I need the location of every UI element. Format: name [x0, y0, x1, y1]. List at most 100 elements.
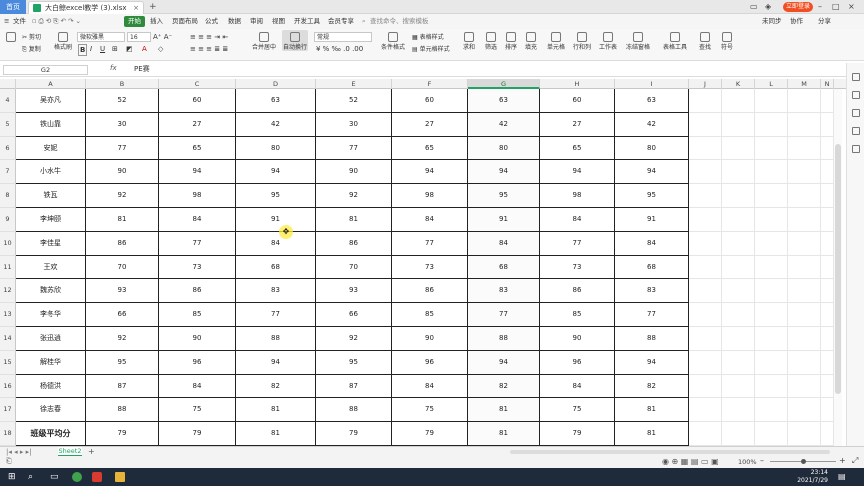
student-name-cell[interactable]: 李佳星 [16, 231, 86, 256]
score-cell[interactable]: 84 [392, 374, 468, 399]
column-header-k[interactable]: K [722, 79, 755, 89]
empty-cell[interactable] [689, 350, 722, 375]
empty-cell[interactable] [722, 184, 755, 208]
empty-cell[interactable] [755, 255, 788, 280]
clear-format-icon[interactable]: ◇ [158, 44, 163, 54]
score-cell[interactable]: 90 [159, 327, 236, 351]
empty-cell[interactable] [788, 398, 821, 423]
score-cell[interactable]: 80 [468, 136, 540, 161]
column-header-i[interactable]: I [615, 79, 689, 89]
task-view-icon[interactable]: ▭ [50, 472, 60, 482]
score-cell[interactable]: 95 [236, 184, 316, 208]
skin-icon[interactable]: ◈ [765, 0, 771, 14]
score-cell[interactable]: 86 [392, 279, 468, 304]
notification-icon[interactable]: ▤ [838, 472, 846, 481]
horizontal-scrollbar[interactable] [510, 450, 830, 454]
score-cell[interactable]: 65 [540, 136, 615, 161]
empty-cell[interactable] [755, 160, 788, 185]
row-header[interactable]: 12 [0, 279, 16, 304]
score-cell[interactable]: 27 [540, 112, 615, 137]
empty-cell[interactable] [821, 398, 834, 423]
empty-cell[interactable] [821, 208, 834, 232]
menu-member[interactable]: 会员专享 [328, 14, 354, 29]
empty-cell[interactable] [722, 398, 755, 423]
score-cell[interactable]: 63 [468, 89, 540, 113]
menu-developer[interactable]: 开发工具 [294, 14, 320, 29]
empty-cell[interactable] [689, 303, 722, 327]
empty-cell[interactable] [788, 160, 821, 185]
align-top-icons[interactable]: ≡ ≡ ≡ ⇥ ⇤ [190, 32, 228, 42]
empty-cell[interactable] [821, 327, 834, 351]
select-all-corner[interactable] [0, 79, 16, 89]
menu-formulas[interactable]: 公式 [205, 14, 218, 29]
menu-insert[interactable]: 插入 [150, 14, 163, 29]
score-cell[interactable]: 65 [392, 136, 468, 161]
empty-cell[interactable] [821, 136, 834, 161]
score-cell[interactable]: 96 [159, 350, 236, 375]
column-header-j[interactable]: J [689, 79, 722, 89]
score-cell[interactable]: 94 [615, 160, 689, 185]
empty-cell[interactable] [788, 112, 821, 137]
score-cell[interactable]: 92 [86, 327, 159, 351]
score-cell[interactable]: 91 [468, 208, 540, 232]
menu-data[interactable]: 数据 [228, 14, 241, 29]
score-cell[interactable]: 96 [540, 350, 615, 375]
student-name-cell[interactable]: 铁山靠 [16, 112, 86, 137]
row-header[interactable]: 4 [0, 89, 16, 113]
score-cell[interactable]: 84 [392, 208, 468, 232]
empty-cell[interactable] [788, 279, 821, 304]
score-cell[interactable]: 73 [392, 255, 468, 280]
empty-cell[interactable] [689, 422, 722, 446]
empty-cell[interactable] [689, 184, 722, 208]
score-cell[interactable]: 95 [86, 350, 159, 375]
menu-review[interactable]: 审阅 [250, 14, 263, 29]
score-cell[interactable]: 88 [468, 327, 540, 351]
vertical-scrollbar[interactable] [834, 89, 842, 446]
score-cell[interactable]: 81 [615, 398, 689, 423]
score-cell[interactable]: 94 [468, 350, 540, 375]
empty-cell[interactable] [788, 208, 821, 232]
align-horizontal-icons[interactable]: ≡ ≡ ≡ ≣ ≣ [190, 44, 228, 54]
login-button[interactable]: 立即登录 [783, 2, 813, 12]
score-cell[interactable]: 79 [159, 422, 236, 446]
fx-icon[interactable]: fx [110, 64, 117, 72]
score-cell[interactable]: 63 [236, 89, 316, 113]
column-header-m[interactable]: M [788, 79, 821, 89]
score-cell[interactable]: 88 [615, 327, 689, 351]
font-grow-icon[interactable]: A⁺ A⁻ [153, 32, 172, 42]
empty-cell[interactable] [755, 231, 788, 256]
empty-cell[interactable] [788, 303, 821, 327]
empty-cell[interactable] [821, 422, 834, 446]
score-cell[interactable]: 81 [316, 208, 392, 232]
empty-cell[interactable] [722, 136, 755, 161]
empty-cell[interactable] [722, 327, 755, 351]
empty-cell[interactable] [689, 231, 722, 256]
score-cell[interactable]: 90 [540, 327, 615, 351]
side-property-icon[interactable] [852, 91, 860, 99]
score-cell[interactable]: 95 [615, 184, 689, 208]
side-style-icon[interactable] [852, 109, 860, 117]
zoom-in-icon[interactable]: + [839, 456, 846, 465]
menu-view[interactable]: 视图 [272, 14, 285, 29]
row-header[interactable]: 9 [0, 208, 16, 232]
row-header[interactable]: 14 [0, 327, 16, 351]
student-name-cell[interactable]: 杨德洪 [16, 374, 86, 399]
empty-cell[interactable] [821, 374, 834, 399]
score-cell[interactable]: 92 [316, 184, 392, 208]
fill-button[interactable]: 填充 [522, 32, 540, 51]
empty-cell[interactable] [755, 303, 788, 327]
score-cell[interactable]: 65 [159, 136, 236, 161]
column-header-f[interactable]: F [392, 79, 468, 89]
column-header-a[interactable]: A [16, 79, 86, 89]
empty-cell[interactable] [821, 184, 834, 208]
score-cell[interactable]: 52 [316, 89, 392, 113]
format-painter-button[interactable]: 格式刷 [52, 32, 74, 51]
row-header[interactable]: 6 [0, 136, 16, 161]
empty-cell[interactable] [821, 89, 834, 113]
score-cell[interactable]: 75 [540, 398, 615, 423]
rows-cols-button[interactable]: 行和列 [570, 32, 594, 51]
score-cell[interactable]: 77 [86, 136, 159, 161]
collaborate-button[interactable]: 协作 [790, 14, 803, 29]
side-select-icon[interactable] [852, 73, 860, 81]
fullscreen-icon[interactable]: ⤢ [852, 456, 858, 466]
